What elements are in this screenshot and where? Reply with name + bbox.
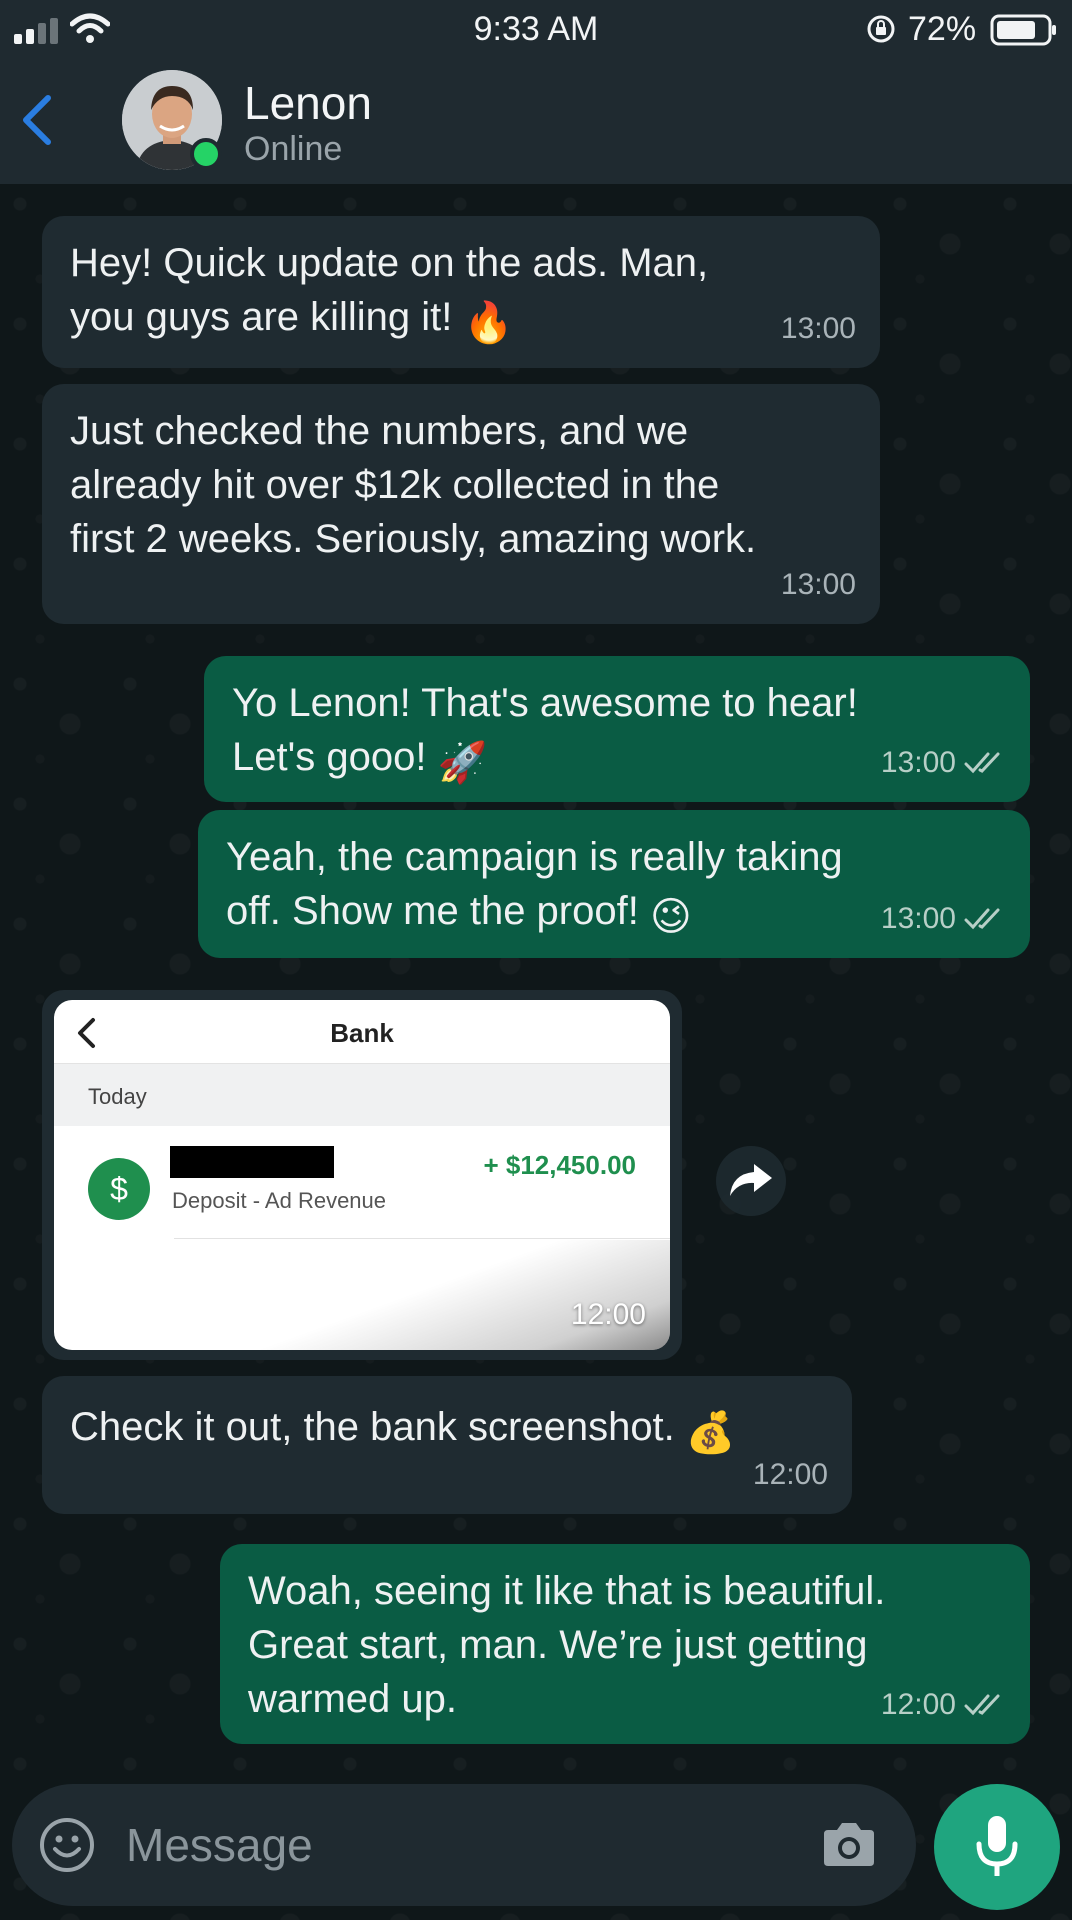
- message-text-line: Woah, seeing it like that is beautiful.: [248, 1569, 886, 1613]
- forward-icon: [730, 1164, 772, 1196]
- transaction-description: Deposit - Ad Revenue: [172, 1188, 387, 1213]
- chat-header: Lenon Online: [0, 60, 1072, 184]
- message-text-line: first 2 weeks. Seriously, amazing work.: [70, 517, 757, 561]
- forward-button[interactable]: [716, 1146, 786, 1216]
- battery-percentage: 72%: [908, 10, 977, 48]
- camera-icon[interactable]: [820, 1820, 878, 1870]
- message-text-line: Yo Lenon! That's awesome to hear!: [232, 681, 858, 725]
- message-time: 12:00: [880, 1688, 956, 1721]
- bank-title: Bank: [330, 1018, 394, 1048]
- bank-section-header: Today: [54, 1064, 670, 1126]
- online-indicator: [190, 138, 222, 170]
- message-text-line: Yeah, the campaign is really taking: [226, 835, 843, 879]
- message-bubble[interactable]: Just checked the numbers, and we already…: [42, 384, 880, 624]
- message-text-line: Just checked the numbers, and we: [70, 409, 689, 453]
- message-text-line: already hit over $12k collected in the: [70, 463, 720, 507]
- image-shadow: [54, 1240, 670, 1350]
- message-input[interactable]: [126, 1814, 746, 1876]
- fire-emoji: 🔥: [463, 301, 514, 345]
- bank-header: Bank: [54, 1000, 670, 1064]
- message-text-line: Great start, man. We’re just getting: [248, 1623, 868, 1667]
- message-bubble[interactable]: Woah, seeing it like that is beautiful. …: [220, 1544, 1030, 1744]
- transaction-amount: + $12,450.00: [483, 1150, 636, 1180]
- microphone-icon: [976, 1816, 1018, 1876]
- message-text-line: Check it out, the bank screenshot.: [70, 1405, 675, 1449]
- bank-screenshot-image[interactable]: Bank Today $ Deposit - Ad Revenue + $12,…: [54, 1000, 670, 1350]
- message-bubble[interactable]: Yo Lenon! That's awesome to hear! Let's …: [204, 656, 1030, 802]
- message-bubble[interactable]: Yeah, the campaign is really taking off.…: [198, 810, 1030, 958]
- message-time: 12:00: [752, 1458, 828, 1491]
- bank-section-label: Today: [88, 1084, 147, 1109]
- double-check-icon: [964, 1694, 1000, 1716]
- message-time: 13:00: [780, 312, 856, 345]
- message-time: 13:00: [880, 902, 956, 935]
- double-check-icon: [964, 908, 1000, 930]
- message-text-line: Let's gooo!: [232, 735, 427, 779]
- money-bag-emoji: 💰: [685, 1411, 736, 1455]
- redacted-bar: [170, 1146, 334, 1178]
- divider: [174, 1238, 670, 1239]
- message-time: 12:00: [570, 1298, 646, 1331]
- message-text-line: Hey! Quick update on the ads. Man,: [70, 241, 709, 285]
- chevron-left-icon[interactable]: [14, 90, 60, 150]
- winking-face-emoji: 😉: [649, 895, 692, 939]
- rocket-emoji: 🚀: [437, 741, 488, 785]
- message-text-line: off. Show me the proof!: [226, 889, 639, 933]
- contact-name[interactable]: Lenon: [244, 76, 372, 130]
- double-check-icon: [964, 752, 1000, 774]
- battery-icon: [990, 14, 1056, 46]
- microphone-button[interactable]: [934, 1784, 1060, 1910]
- message-text-line: you guys are killing it!: [70, 295, 453, 339]
- image-message-bubble[interactable]: Bank Today $ Deposit - Ad Revenue + $12,…: [42, 990, 682, 1360]
- status-bar: 9:33 AM 72%: [0, 0, 1072, 60]
- contact-status: Online: [244, 130, 343, 168]
- message-time: 13:00: [780, 568, 856, 601]
- smiley-icon[interactable]: [38, 1816, 96, 1874]
- message-bubble[interactable]: Check it out, the bank screenshot. 💰 12:…: [42, 1376, 852, 1514]
- orientation-lock-icon: [867, 15, 895, 43]
- message-input-bar: [12, 1784, 916, 1906]
- message-bubble[interactable]: Hey! Quick update on the ads. Man, you g…: [42, 216, 880, 368]
- dollar-icon: $: [88, 1158, 150, 1220]
- message-time: 13:00: [880, 746, 956, 779]
